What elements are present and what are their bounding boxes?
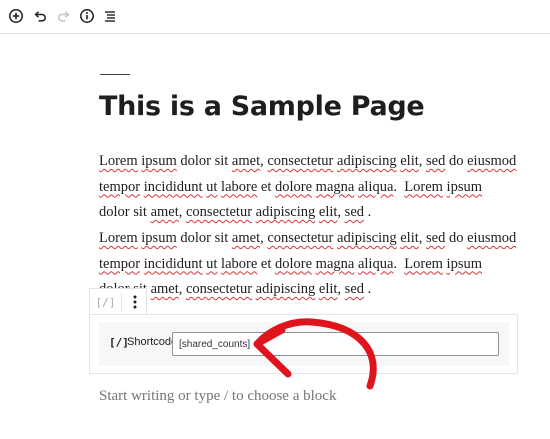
misspelled-word: ut <box>206 255 218 272</box>
misspelled-word: Lorem <box>404 255 443 272</box>
misspelled-word: tempor <box>99 255 141 272</box>
text-run: , <box>337 281 345 297</box>
more-options-icon <box>133 295 137 309</box>
misspelled-word: dolore <box>275 178 313 195</box>
misspelled-word: aliqua <box>357 255 394 272</box>
shortcode-block-icon: [/] <box>95 295 116 309</box>
title-separator <box>100 74 130 75</box>
misspelled-word: amet <box>231 230 261 246</box>
misspelled-word: consectetur <box>186 281 253 297</box>
paragraph-line: tempor incididunt ut labore et dolore ma… <box>99 175 529 201</box>
misspelled-word: amet <box>150 204 179 220</box>
misspelled-word: tempor <box>99 178 141 195</box>
details-button[interactable] <box>78 7 96 25</box>
text-run: . <box>393 255 405 272</box>
paragraph-line: Lorem ipsum dolor sit amet, consectetur … <box>99 226 529 252</box>
misspelled-word: ipsum <box>141 230 177 246</box>
misspelled-word: magna <box>315 255 355 272</box>
block-toolbar: [/] <box>89 288 147 314</box>
misspelled-word: Lorem <box>404 178 443 195</box>
shortcode-block[interactable]: [/] Shortcode <box>89 314 518 374</box>
misspelled-word: elit <box>400 153 419 169</box>
paragraph-line: dolor sit amet, consectetur adipiscing e… <box>99 277 529 303</box>
text-run: do <box>445 153 468 169</box>
misspelled-word: dolore <box>275 255 313 272</box>
shortcode-block-body: [/] Shortcode <box>99 322 509 366</box>
misspelled-word: elit <box>318 281 338 297</box>
text-run: dolor sit <box>99 204 151 220</box>
page-title[interactable]: This is a Sample Page <box>99 87 529 127</box>
misspelled-word: incididunt <box>143 178 203 195</box>
redo-button[interactable] <box>55 7 73 25</box>
text-run: , <box>337 204 345 220</box>
paragraph-line: dolor sit amet, consectetur adipiscing e… <box>99 200 529 226</box>
list-view-icon <box>105 11 115 22</box>
editor-canvas: This is a Sample Page Lorem ipsum dolor … <box>0 35 550 439</box>
shortcode-label: Shortcode <box>127 336 178 348</box>
more-options-button[interactable] <box>123 289 147 315</box>
text-run: , <box>418 230 427 246</box>
default-block-appender[interactable]: Start writing or type / to choose a bloc… <box>99 388 336 405</box>
misspelled-word: amet <box>150 281 179 297</box>
undo-icon <box>34 11 46 22</box>
misspelled-word: elit <box>400 230 419 246</box>
editor-top-toolbar <box>0 0 550 34</box>
misspelled-word: eiusmod <box>467 230 517 246</box>
misspelled-word: adipiscing <box>255 281 316 297</box>
misspelled-word: adipiscing <box>255 204 316 220</box>
text-run: . <box>364 204 372 220</box>
misspelled-word: consectetur <box>267 153 334 169</box>
text-run: et <box>257 255 275 272</box>
misspelled-word: ipsum <box>446 255 482 272</box>
misspelled-word: incididunt <box>143 255 203 272</box>
misspelled-word: magna <box>315 178 355 195</box>
text-run: do <box>445 230 468 246</box>
toolbar-divider <box>121 293 122 311</box>
misspelled-word: adipiscing <box>337 230 397 246</box>
misspelled-word: consectetur <box>267 230 334 246</box>
text-run: . <box>393 178 405 195</box>
misspelled-word: ut <box>206 178 218 195</box>
misspelled-word: Lorem <box>99 153 138 169</box>
paragraph-line: Lorem ipsum dolor sit amet, consectetur … <box>99 149 529 175</box>
info-icon <box>80 9 94 23</box>
misspelled-word: labore <box>221 178 258 195</box>
misspelled-word: ipsum <box>141 153 177 169</box>
misspelled-word: consectetur <box>186 204 253 220</box>
misspelled-word: sed <box>344 281 365 297</box>
text-run: dolor sit <box>176 153 232 169</box>
misspelled-word: amet <box>231 153 261 169</box>
misspelled-word: sed <box>426 153 446 169</box>
add-block-icon <box>9 9 23 23</box>
misspelled-word: adipiscing <box>337 153 397 169</box>
text-run: dolor sit <box>176 230 232 246</box>
paragraph-block[interactable]: Lorem ipsum dolor sit amet, consectetur … <box>99 226 529 303</box>
shortcode-icon: [/] <box>109 336 129 349</box>
misspelled-word: sed <box>344 204 365 220</box>
undo-button[interactable] <box>31 7 49 25</box>
text-run: , <box>178 204 186 220</box>
block-type-button[interactable]: [/] <box>90 289 121 315</box>
misspelled-word: sed <box>426 230 446 246</box>
list-view-button[interactable] <box>101 7 119 25</box>
text-run: et <box>257 178 275 195</box>
misspelled-word: aliqua <box>357 178 394 195</box>
paragraph-block[interactable]: Lorem ipsum dolor sit amet, consectetur … <box>99 149 529 226</box>
misspelled-word: eiusmod <box>467 153 517 169</box>
text-run: . <box>364 281 372 297</box>
paragraph-line: tempor incididunt ut labore et dolore ma… <box>99 252 529 278</box>
misspelled-word: ipsum <box>446 178 482 195</box>
redo-icon <box>58 11 70 22</box>
text-run: , <box>178 281 186 297</box>
misspelled-word: elit <box>318 204 338 220</box>
shortcode-input[interactable] <box>172 332 499 356</box>
misspelled-word: labore <box>221 255 258 272</box>
add-block-button[interactable] <box>7 7 25 25</box>
text-run: , <box>418 153 427 169</box>
misspelled-word: Lorem <box>99 230 138 246</box>
